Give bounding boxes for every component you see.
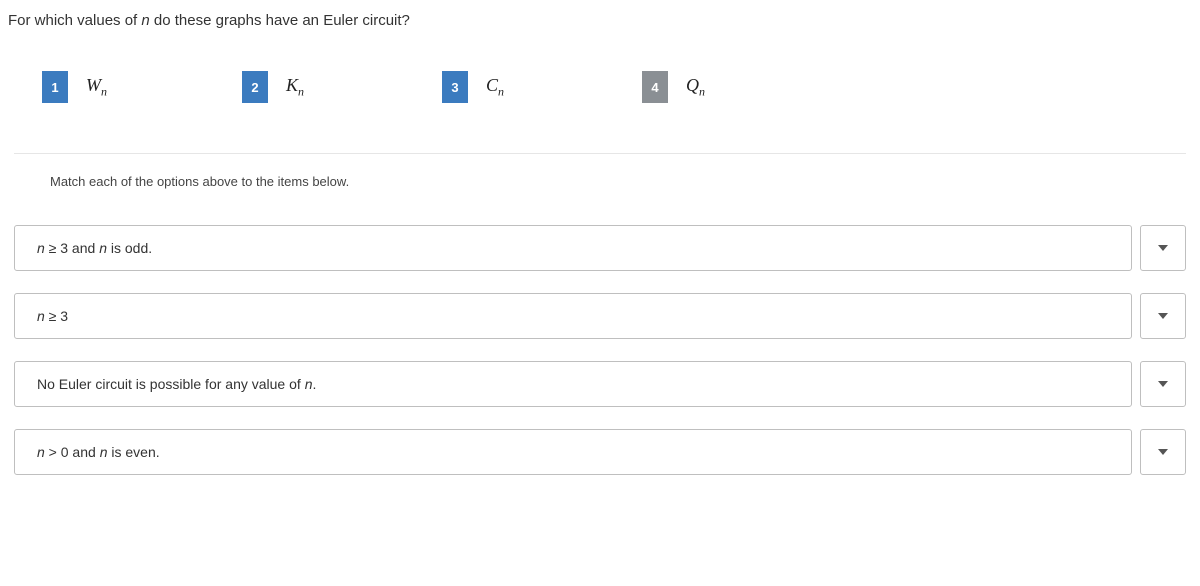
match-row: No Euler circuit is possible for any val… bbox=[14, 361, 1186, 407]
question-prefix: For which values of bbox=[8, 12, 141, 29]
option-item[interactable]: 1Wn bbox=[42, 71, 242, 103]
match-row: n ≥ 3 and n is odd. bbox=[14, 225, 1186, 271]
option-number-badge: 2 bbox=[242, 71, 268, 103]
option-label: Cn bbox=[486, 75, 504, 100]
option-label-sub: n bbox=[498, 84, 504, 98]
chevron-down-icon bbox=[1158, 245, 1168, 251]
match-item-text: n > 0 and n is even. bbox=[14, 429, 1132, 475]
chevron-down-icon bbox=[1158, 313, 1168, 319]
option-label: Qn bbox=[686, 75, 705, 100]
option-label: Wn bbox=[86, 75, 107, 100]
option-number-badge: 4 bbox=[642, 71, 668, 103]
chevron-down-icon bbox=[1158, 449, 1168, 455]
options-row: 1Wn2Kn3Cn4Qn bbox=[8, 71, 1192, 103]
option-item[interactable]: 4Qn bbox=[642, 71, 842, 103]
question-var: n bbox=[141, 12, 149, 29]
option-label-sub: n bbox=[699, 84, 705, 98]
option-label-main: C bbox=[486, 75, 498, 95]
option-item[interactable]: 3Cn bbox=[442, 71, 642, 103]
match-item-text: No Euler circuit is possible for any val… bbox=[14, 361, 1132, 407]
option-label-main: K bbox=[286, 75, 298, 95]
match-dropdown[interactable] bbox=[1140, 293, 1186, 339]
instruction-text: Match each of the options above to the i… bbox=[50, 174, 1150, 189]
option-label-main: Q bbox=[686, 75, 699, 95]
instruction-section: Match each of the options above to the i… bbox=[14, 153, 1186, 203]
match-dropdown[interactable] bbox=[1140, 225, 1186, 271]
match-dropdown[interactable] bbox=[1140, 361, 1186, 407]
option-number-badge: 3 bbox=[442, 71, 468, 103]
option-item[interactable]: 2Kn bbox=[242, 71, 442, 103]
match-item-text: n ≥ 3 bbox=[14, 293, 1132, 339]
option-label-sub: n bbox=[298, 84, 304, 98]
question-text: For which values of n do these graphs ha… bbox=[8, 12, 1192, 29]
match-item-text: n ≥ 3 and n is odd. bbox=[14, 225, 1132, 271]
match-rows: n ≥ 3 and n is odd. n ≥ 3 No Euler circuit… bbox=[8, 203, 1192, 475]
chevron-down-icon bbox=[1158, 381, 1168, 387]
match-row: n ≥ 3 bbox=[14, 293, 1186, 339]
option-label-main: W bbox=[86, 75, 101, 95]
match-dropdown[interactable] bbox=[1140, 429, 1186, 475]
option-number-badge: 1 bbox=[42, 71, 68, 103]
question-suffix: do these graphs have an Euler circuit? bbox=[150, 12, 410, 29]
option-label-sub: n bbox=[101, 84, 107, 98]
match-row: n > 0 and n is even. bbox=[14, 429, 1186, 475]
option-label: Kn bbox=[286, 75, 304, 100]
